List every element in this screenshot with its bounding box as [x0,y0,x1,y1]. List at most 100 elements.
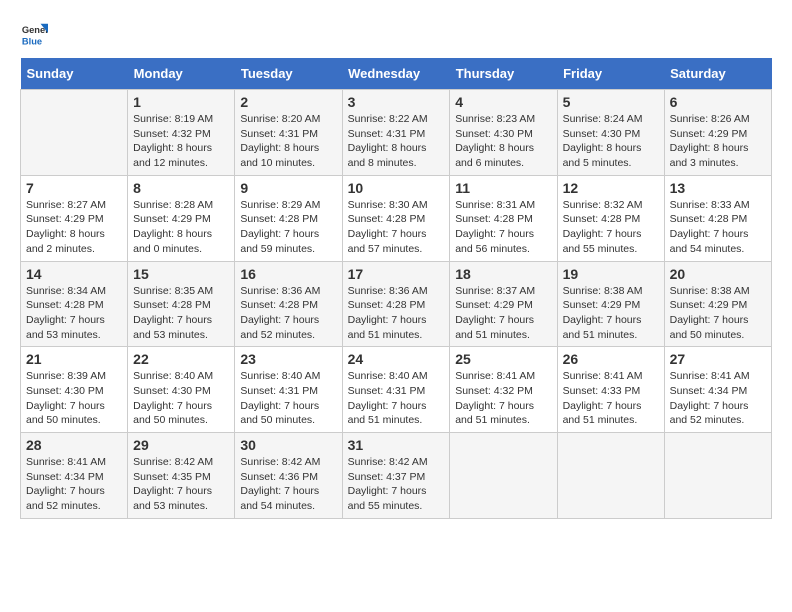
day-info: Sunrise: 8:27 AMSunset: 4:29 PMDaylight:… [26,198,122,257]
day-info: Sunrise: 8:23 AMSunset: 4:30 PMDaylight:… [455,112,551,171]
day-cell: 9 Sunrise: 8:29 AMSunset: 4:28 PMDaylight… [235,175,342,261]
day-number: 31 [348,437,445,453]
day-cell: 18 Sunrise: 8:37 AMSunset: 4:29 PMDayligh… [450,261,557,347]
day-info: Sunrise: 8:32 AMSunset: 4:28 PMDaylight:… [563,198,659,257]
logo: General Blue [20,20,48,48]
day-number: 1 [133,94,229,110]
day-cell: 5 Sunrise: 8:24 AMSunset: 4:30 PMDaylight… [557,90,664,176]
day-number: 28 [26,437,122,453]
day-info: Sunrise: 8:39 AMSunset: 4:30 PMDaylight:… [26,369,122,428]
day-number: 29 [133,437,229,453]
day-info: Sunrise: 8:26 AMSunset: 4:29 PMDaylight:… [670,112,766,171]
day-number: 25 [455,351,551,367]
day-number: 13 [670,180,766,196]
day-info: Sunrise: 8:41 AMSunset: 4:33 PMDaylight:… [563,369,659,428]
day-info: Sunrise: 8:29 AMSunset: 4:28 PMDaylight:… [240,198,336,257]
day-cell: 12Sunrise: 8:32 AMSunset: 4:28 PMDayligh… [557,175,664,261]
day-cell: 16 Sunrise: 8:36 AMSunset: 4:28 PMDayligh… [235,261,342,347]
day-number: 14 [26,266,122,282]
day-cell: 4 Sunrise: 8:23 AMSunset: 4:30 PMDaylight… [450,90,557,176]
day-number: 4 [455,94,551,110]
day-cell: 22 Sunrise: 8:40 AMSunset: 4:30 PMDayligh… [128,347,235,433]
day-info: Sunrise: 8:42 AMSunset: 4:36 PMDaylight:… [240,455,336,514]
day-info: Sunrise: 8:38 AMSunset: 4:29 PMDaylight:… [563,284,659,343]
day-cell: 27Sunrise: 8:41 AMSunset: 4:34 PMDayligh… [664,347,771,433]
day-cell: 31 Sunrise: 8:42 AMSunset: 4:37 PMDayligh… [342,433,450,519]
day-cell: 26 Sunrise: 8:41 AMSunset: 4:33 PMDayligh… [557,347,664,433]
day-cell: 24 Sunrise: 8:40 AMSunset: 4:31 PMDayligh… [342,347,450,433]
day-cell: 21Sunrise: 8:39 AMSunset: 4:30 PMDayligh… [21,347,128,433]
day-info: Sunrise: 8:35 AMSunset: 4:28 PMDaylight:… [133,284,229,343]
day-info: Sunrise: 8:36 AMSunset: 4:28 PMDaylight:… [348,284,445,343]
day-number: 26 [563,351,659,367]
day-cell: 17 Sunrise: 8:36 AMSunset: 4:28 PMDayligh… [342,261,450,347]
day-cell: 25 Sunrise: 8:41 AMSunset: 4:32 PMDayligh… [450,347,557,433]
day-info: Sunrise: 8:19 AMSunset: 4:32 PMDaylight:… [133,112,229,171]
week-row-1: 1 Sunrise: 8:19 AMSunset: 4:32 PMDaylight… [21,90,772,176]
day-cell: 10Sunrise: 8:30 AMSunset: 4:28 PMDayligh… [342,175,450,261]
day-cell: 2Sunrise: 8:20 AMSunset: 4:31 PMDaylight… [235,90,342,176]
day-number: 24 [348,351,445,367]
calendar-table: SundayMondayTuesdayWednesdayThursdayFrid… [20,58,772,519]
day-number: 8 [133,180,229,196]
header-sunday: Sunday [21,58,128,90]
day-number: 17 [348,266,445,282]
day-cell: 20Sunrise: 8:38 AMSunset: 4:29 PMDayligh… [664,261,771,347]
day-cell: 15 Sunrise: 8:35 AMSunset: 4:28 PMDayligh… [128,261,235,347]
day-cell [664,433,771,519]
logo-icon: General Blue [20,20,48,48]
day-info: Sunrise: 8:34 AMSunset: 4:28 PMDaylight:… [26,284,122,343]
page-header: General Blue [20,20,772,48]
day-cell: 6 Sunrise: 8:26 AMSunset: 4:29 PMDaylight… [664,90,771,176]
day-number: 6 [670,94,766,110]
day-number: 7 [26,180,122,196]
day-cell: 19 Sunrise: 8:38 AMSunset: 4:29 PMDayligh… [557,261,664,347]
day-info: Sunrise: 8:30 AMSunset: 4:28 PMDaylight:… [348,198,445,257]
day-cell: 30 Sunrise: 8:42 AMSunset: 4:36 PMDayligh… [235,433,342,519]
svg-text:Blue: Blue [22,36,42,46]
day-number: 20 [670,266,766,282]
day-info: Sunrise: 8:37 AMSunset: 4:29 PMDaylight:… [455,284,551,343]
week-row-5: 28 Sunrise: 8:41 AMSunset: 4:34 PMDayligh… [21,433,772,519]
day-cell: 13Sunrise: 8:33 AMSunset: 4:28 PMDayligh… [664,175,771,261]
header-wednesday: Wednesday [342,58,450,90]
day-info: Sunrise: 8:42 AMSunset: 4:37 PMDaylight:… [348,455,445,514]
header-tuesday: Tuesday [235,58,342,90]
header-saturday: Saturday [664,58,771,90]
day-info: Sunrise: 8:40 AMSunset: 4:31 PMDaylight:… [348,369,445,428]
day-info: Sunrise: 8:24 AMSunset: 4:30 PMDaylight:… [563,112,659,171]
day-cell: 3Sunrise: 8:22 AMSunset: 4:31 PMDaylight… [342,90,450,176]
day-info: Sunrise: 8:36 AMSunset: 4:28 PMDaylight:… [240,284,336,343]
day-cell [21,90,128,176]
day-cell: 29 Sunrise: 8:42 AMSunset: 4:35 PMDayligh… [128,433,235,519]
day-cell: 11Sunrise: 8:31 AMSunset: 4:28 PMDayligh… [450,175,557,261]
day-number: 5 [563,94,659,110]
week-row-4: 21Sunrise: 8:39 AMSunset: 4:30 PMDayligh… [21,347,772,433]
header-monday: Monday [128,58,235,90]
day-number: 3 [348,94,445,110]
day-number: 19 [563,266,659,282]
day-number: 22 [133,351,229,367]
day-info: Sunrise: 8:42 AMSunset: 4:35 PMDaylight:… [133,455,229,514]
day-info: Sunrise: 8:41 AMSunset: 4:34 PMDaylight:… [26,455,122,514]
day-cell: 8 Sunrise: 8:28 AMSunset: 4:29 PMDaylight… [128,175,235,261]
day-cell [557,433,664,519]
header-row: SundayMondayTuesdayWednesdayThursdayFrid… [21,58,772,90]
day-info: Sunrise: 8:28 AMSunset: 4:29 PMDaylight:… [133,198,229,257]
day-number: 15 [133,266,229,282]
day-number: 9 [240,180,336,196]
week-row-3: 14 Sunrise: 8:34 AMSunset: 4:28 PMDayligh… [21,261,772,347]
day-number: 18 [455,266,551,282]
day-cell: 23Sunrise: 8:40 AMSunset: 4:31 PMDayligh… [235,347,342,433]
day-info: Sunrise: 8:41 AMSunset: 4:32 PMDaylight:… [455,369,551,428]
day-number: 30 [240,437,336,453]
day-info: Sunrise: 8:40 AMSunset: 4:31 PMDaylight:… [240,369,336,428]
week-row-2: 7 Sunrise: 8:27 AMSunset: 4:29 PMDaylight… [21,175,772,261]
day-info: Sunrise: 8:40 AMSunset: 4:30 PMDaylight:… [133,369,229,428]
header-friday: Friday [557,58,664,90]
day-info: Sunrise: 8:31 AMSunset: 4:28 PMDaylight:… [455,198,551,257]
day-number: 16 [240,266,336,282]
day-cell [450,433,557,519]
day-cell: 28 Sunrise: 8:41 AMSunset: 4:34 PMDayligh… [21,433,128,519]
day-cell: 7 Sunrise: 8:27 AMSunset: 4:29 PMDaylight… [21,175,128,261]
